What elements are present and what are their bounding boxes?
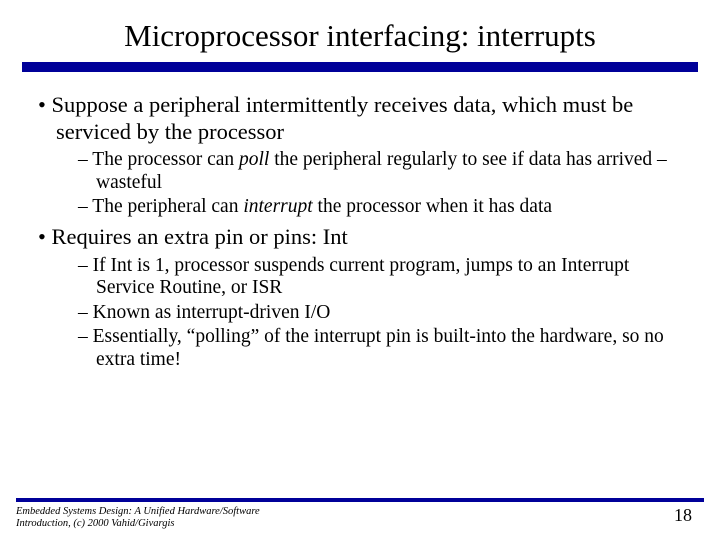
bullet-1-sub-1: The processor can poll the peripheral re… — [30, 149, 690, 194]
footer: Embedded Systems Design: A Unified Hardw… — [16, 498, 704, 530]
bullet-2-sub-2: Known as interrupt-driven I/O — [30, 302, 690, 324]
emphasis-interrupt: interrupt — [243, 196, 312, 217]
slide: Microprocessor interfacing: interrupts S… — [0, 0, 720, 540]
emphasis-poll: poll — [239, 149, 269, 170]
footer-rule — [16, 498, 704, 502]
text: The processor can — [92, 149, 239, 170]
footer-source: Embedded Systems Design: A Unified Hardw… — [16, 506, 276, 530]
text: the processor when it has data — [313, 196, 552, 217]
bullet-2-sub-3: Essentially, “polling” of the interrupt … — [30, 326, 690, 371]
slide-title: Microprocessor interfacing: interrupts — [0, 0, 720, 62]
slide-body: Suppose a peripheral intermittently rece… — [0, 72, 720, 371]
bullet-1: Suppose a peripheral intermittently rece… — [30, 92, 690, 145]
bullet-2: Requires an extra pin or pins: Int — [30, 224, 690, 251]
bullet-2-sub-1: If Int is 1, processor suspends current … — [30, 255, 690, 300]
bullet-1-sub-2: The peripheral can interrupt the process… — [30, 196, 690, 218]
text: The peripheral can — [92, 196, 243, 217]
page-number: 18 — [674, 505, 692, 526]
title-rule — [22, 62, 698, 72]
